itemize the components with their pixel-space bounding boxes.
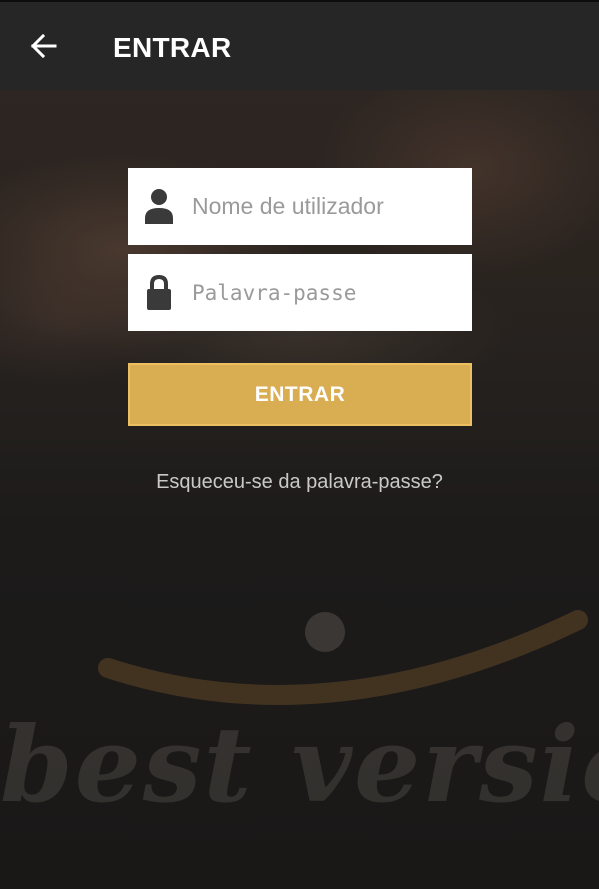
back-button[interactable]: [24, 26, 64, 66]
password-field[interactable]: [128, 254, 472, 331]
username-field[interactable]: [128, 168, 472, 245]
login-button[interactable]: ENTRAR: [128, 363, 472, 426]
app-bar: ENTRAR: [0, 0, 599, 90]
lock-icon: [147, 274, 171, 310]
person-icon: [145, 189, 173, 224]
forgot-password-link[interactable]: Esqueceu-se da palavra-passe?: [0, 468, 599, 496]
username-input[interactable]: [192, 168, 462, 245]
arrow-left-icon: [30, 33, 57, 59]
page-title: ENTRAR: [113, 32, 232, 63]
password-input[interactable]: [192, 254, 462, 331]
login-screen: best version ENTRAR ENTRAR Esqueceu-se d…: [0, 0, 599, 889]
logo-watermark-text: best version: [0, 703, 599, 826]
